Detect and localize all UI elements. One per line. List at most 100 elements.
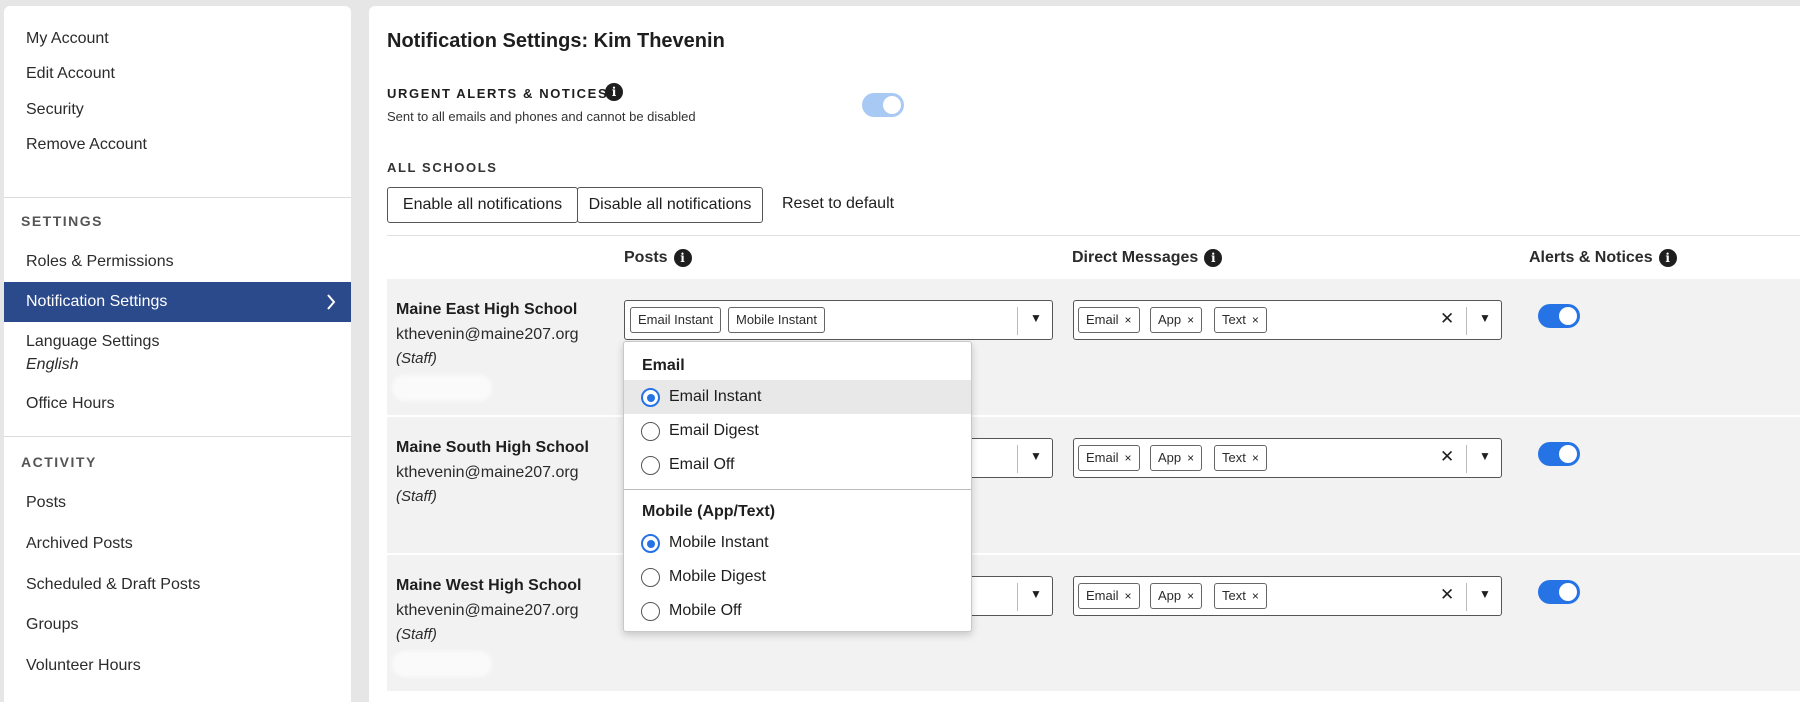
select-separator [1017,583,1018,611]
sidebar-item-archived-posts[interactable]: Archived Posts [4,524,351,564]
sidebar-item-label: Notification Settings [26,293,168,310]
redacted-text [392,651,492,677]
sidebar-item-groups[interactable]: Groups [4,605,351,645]
sidebar-item-posts[interactable]: Posts [4,483,351,523]
option-email-instant[interactable]: Email Instant [624,380,971,414]
posts-dropdown-menu: Email Email Instant Email Digest Email O… [623,341,972,632]
header-divider [387,235,1800,236]
dm-select[interactable]: Email × App × Text × ✕ ▼ [1073,576,1502,616]
chip: Email Instant [630,307,722,333]
close-icon[interactable]: × [1125,313,1132,327]
school-email: kthevenin@maine207.org [396,464,579,481]
close-icon[interactable]: ✕ [1440,447,1454,467]
close-icon[interactable]: ✕ [1440,309,1454,329]
caret-down-icon[interactable]: ▼ [1030,449,1042,463]
dropdown-heading-email: Email [642,357,685,374]
posts-select[interactable]: Email Instant Mobile Instant ▼ [624,300,1053,340]
sidebar-item-edit-account[interactable]: Edit Account [4,54,351,94]
close-icon[interactable]: × [1125,589,1132,603]
chip-label: Text [1222,588,1246,603]
table-row: Maine West High School kthevenin@maine20… [387,555,1800,691]
redacted-text [392,375,492,401]
sidebar-item-roles[interactable]: Roles & Permissions [4,242,351,282]
radio[interactable] [641,456,660,475]
chip-label: App [1158,312,1182,327]
alerts-toggle[interactable] [1538,442,1580,466]
sidebar-item-office-hours[interactable]: Office Hours [4,384,351,424]
info-icon[interactable]: i [1658,249,1677,267]
chip: Email × [1078,445,1140,471]
option-label: Email Instant [669,388,762,405]
chip: App × [1150,445,1203,471]
urgent-alerts-description: Sent to all emails and phones and cannot… [387,109,696,124]
school-name: Maine West High School [396,577,582,594]
close-icon[interactable]: × [1187,451,1194,465]
select-separator [1466,307,1467,335]
sidebar-item-notification-settings[interactable]: Notification Settings [4,282,351,322]
chip-label: Text [1222,450,1246,465]
sidebar-item-remove-account[interactable]: Remove Account [4,125,351,165]
caret-down-icon[interactable]: ▼ [1479,449,1491,463]
column-header-label: Posts [624,249,668,267]
chip: Text × [1214,307,1267,333]
chip: Text × [1214,583,1267,609]
chip: Mobile Instant [728,307,825,333]
radio-selected[interactable] [641,388,660,407]
reset-default-button[interactable]: Reset to default [782,195,894,213]
select-separator [1466,445,1467,473]
column-header-posts: Posts i [624,249,692,267]
radio[interactable] [641,568,660,587]
school-role: (Staff) [396,350,437,367]
dm-select[interactable]: Email × App × Text × ✕ ▼ [1073,438,1502,478]
option-label: Mobile Instant [669,534,769,551]
alerts-toggle[interactable] [1538,304,1580,328]
close-icon[interactable]: × [1187,589,1194,603]
close-icon[interactable]: × [1252,451,1259,465]
toggle-knob [1559,583,1577,601]
dm-select[interactable]: Email × App × Text × ✕ ▼ [1073,300,1502,340]
chip: App × [1150,307,1203,333]
sidebar: My Account Edit Account Security Remove … [4,6,351,702]
toggle-knob [1559,445,1577,463]
info-icon[interactable]: i [673,249,692,267]
school-email: kthevenin@maine207.org [396,326,579,343]
option-mobile-digest[interactable]: Mobile Digest [624,560,971,594]
language-value: English [26,356,79,373]
chip: App × [1150,583,1203,609]
school-role: (Staff) [396,488,437,505]
select-separator [1466,583,1467,611]
close-icon[interactable]: ✕ [1440,585,1454,605]
caret-down-icon[interactable]: ▼ [1479,311,1491,325]
column-header-direct-messages: Direct Messages i [1072,249,1223,267]
alerts-toggle[interactable] [1538,580,1580,604]
sidebar-item-security[interactable]: Security [4,90,351,130]
dropdown-heading-mobile: Mobile (App/Text) [642,503,776,520]
close-icon[interactable]: × [1252,313,1259,327]
info-icon[interactable]: i [605,83,623,101]
sidebar-item-my-account[interactable]: My Account [4,19,351,59]
disable-all-button[interactable]: Disable all notifications [577,187,763,223]
option-mobile-off[interactable]: Mobile Off [624,594,971,628]
option-label: Email Off [669,456,735,473]
close-icon[interactable]: × [1252,589,1259,603]
radio-selected[interactable] [641,534,660,553]
option-mobile-instant[interactable]: Mobile Instant [624,526,971,560]
close-icon[interactable]: × [1125,451,1132,465]
caret-down-icon[interactable]: ▼ [1479,587,1491,601]
info-icon[interactable]: i [1204,249,1223,267]
school-role: (Staff) [396,626,437,643]
option-label: Mobile Off [669,602,742,619]
select-separator [1017,307,1018,335]
close-icon[interactable]: × [1187,313,1194,327]
chip-label: Email [1086,588,1119,603]
enable-all-button[interactable]: Enable all notifications [387,187,578,223]
caret-down-icon[interactable]: ▼ [1030,311,1042,325]
radio[interactable] [641,422,660,441]
sidebar-item-volunteer-hours[interactable]: Volunteer Hours [4,646,351,686]
sidebar-divider [4,197,351,198]
option-email-off[interactable]: Email Off [624,448,971,482]
option-email-digest[interactable]: Email Digest [624,414,971,448]
sidebar-item-scheduled-posts[interactable]: Scheduled & Draft Posts [4,565,351,605]
radio[interactable] [641,602,660,621]
caret-down-icon[interactable]: ▼ [1030,587,1042,601]
